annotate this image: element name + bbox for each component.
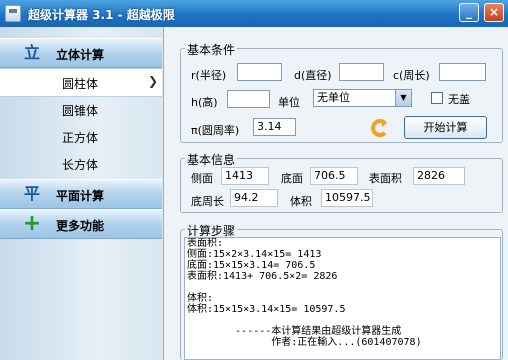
sidebar-item-cuboid[interactable]: 长方体 — [0, 150, 162, 177]
window-title: 超级计算器 3.1 - 超越极限 — [28, 8, 175, 22]
sidebar: 立 立体计算 圆柱体 ❯ 圆锥体 正方体 长方体 平 平面计算 + 更多功能 — [0, 27, 164, 360]
section-label: 更多功能 — [56, 219, 105, 233]
height-label: h(高) — [191, 96, 218, 109]
section-solid-calc[interactable]: 立 立体计算 — [0, 38, 162, 68]
circumference-label: c(周长) — [393, 69, 430, 82]
height-input[interactable] — [227, 90, 270, 108]
plus-icon: + — [22, 211, 42, 236]
steps-line: 表面积:1413+ 706.5×2= 2826 — [187, 271, 338, 282]
unit-select[interactable]: 无单位 ▼ — [313, 89, 412, 107]
steps-line: 体积: — [187, 293, 214, 304]
minimize-button[interactable]: _ — [459, 3, 479, 22]
base-area-label: 底面 — [281, 172, 303, 185]
base-perimeter-value: 94.2 — [230, 189, 278, 207]
unit-select-value: 无单位 — [317, 91, 350, 104]
start-calc-button[interactable]: 开始计算 — [404, 116, 487, 139]
radius-label: r(半径) — [191, 69, 227, 82]
no-cover-checkbox[interactable] — [431, 92, 443, 104]
pi-input[interactable]: 3.14 — [253, 118, 296, 136]
sidebar-item-cone[interactable]: 圆锥体 — [0, 96, 162, 123]
steps-line — [185, 315, 500, 326]
steps-line: 体积:15×15×3.14×15= 10597.5 — [187, 304, 346, 315]
chevron-right-icon: ❯ — [148, 74, 159, 88]
sidebar-item-cylinder[interactable]: 圆柱体 ❯ — [0, 68, 162, 97]
circumference-input[interactable] — [439, 63, 486, 81]
base-perimeter-label: 底周长 — [191, 195, 224, 208]
steps-line: 作者:正在輸入...(601407078) — [187, 337, 422, 348]
chevron-down-icon: ▼ — [395, 90, 411, 106]
refresh-icon[interactable] — [371, 119, 389, 137]
section-plane-calc[interactable]: 平 平面计算 — [0, 179, 162, 209]
steps-line: ------本计算结果由超级计算器生成 — [187, 326, 402, 337]
info-legend: 基本信息 — [185, 151, 238, 168]
main-panel: 基本条件 r(半径) d(直径) c(周长) h(高) 单位 无单位 ▼ 无盖 … — [164, 27, 508, 360]
side-area-label: 侧面 — [191, 172, 213, 185]
steps-line: 侧面:15×2×3.14×15= 1413 — [187, 249, 322, 260]
radius-input[interactable] — [237, 63, 282, 81]
sidebar-item-label: 长方体 — [62, 158, 99, 172]
conditions-legend: 基本条件 — [185, 41, 238, 58]
sidebar-item-cube[interactable]: 正方体 — [0, 123, 162, 150]
volume-label: 体积 — [290, 195, 312, 208]
section-more-features[interactable]: + 更多功能 — [0, 209, 162, 239]
steps-line: 底面:15×15×3.14= 706.5 — [187, 260, 316, 271]
plane-calc-icon: 平 — [23, 184, 40, 203]
section-label: 立体计算 — [56, 48, 105, 62]
solid-calc-icon: 立 — [23, 43, 40, 62]
section-label: 平面计算 — [56, 189, 105, 203]
volume-value: 10597.5 — [321, 189, 373, 207]
steps-line — [185, 282, 500, 293]
surface-area-value: 2826 — [413, 167, 465, 185]
app-icon — [5, 5, 21, 22]
diameter-input[interactable] — [339, 63, 384, 81]
title-bar[interactable]: 超级计算器 3.1 - 超越极限 _ × — [0, 0, 508, 27]
sidebar-item-label: 圆锥体 — [62, 104, 99, 118]
sidebar-item-label: 正方体 — [62, 131, 99, 145]
diameter-label: d(直径) — [294, 69, 332, 82]
side-area-value: 1413 — [221, 167, 269, 185]
base-area-value: 706.5 — [310, 167, 358, 185]
surface-area-label: 表面积 — [369, 172, 402, 185]
steps-textarea[interactable]: 表面积: 侧面:15×2×3.14×15= 1413 底面:15×15×3.14… — [184, 237, 501, 360]
pi-label: π(圆周率) — [191, 124, 240, 137]
no-cover-label: 无盖 — [448, 93, 470, 106]
sidebar-item-label: 圆柱体 — [62, 77, 99, 91]
steps-line: 表面积: — [187, 238, 224, 249]
close-button[interactable]: × — [484, 3, 504, 22]
unit-label: 单位 — [278, 96, 300, 109]
